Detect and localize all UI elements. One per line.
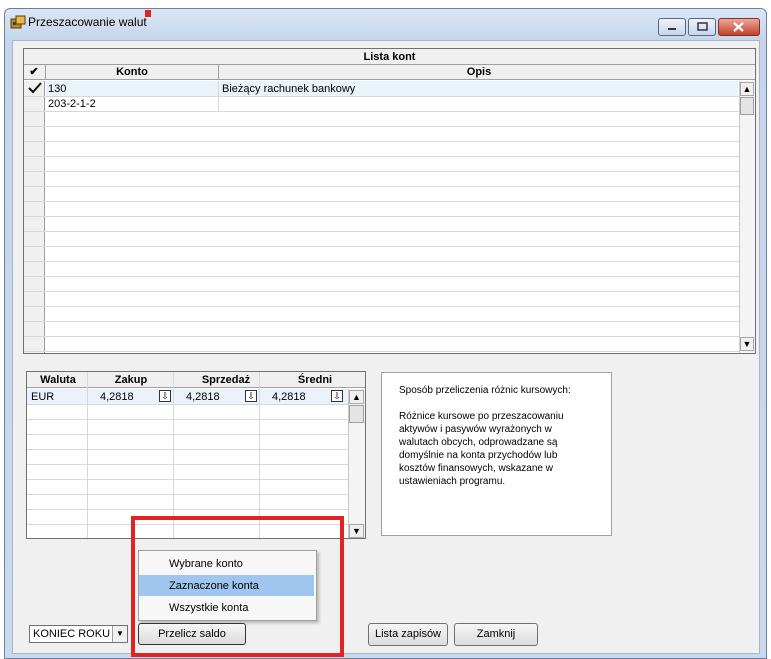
- account-column-header[interactable]: Konto: [46, 65, 218, 79]
- accounts-caption: Lista kont: [24, 49, 755, 65]
- scroll-thumb[interactable]: [740, 97, 754, 115]
- grid-row-line: [27, 404, 348, 405]
- edit-icon[interactable]: ⇩: [159, 390, 171, 402]
- grid-row-line: [24, 321, 739, 322]
- info-line: Sposób przeliczenia różnic kursowych:: [399, 385, 571, 396]
- scroll-down-button[interactable]: ▼: [740, 337, 754, 351]
- period-select[interactable]: KONIEC ROKU ▼: [29, 625, 128, 643]
- grid-row-line: [24, 156, 739, 157]
- check-column-header: ✔: [29, 66, 39, 78]
- minimize-icon: [668, 28, 676, 30]
- currency-cell[interactable]: EUR: [31, 390, 85, 404]
- maximize-button[interactable]: [688, 18, 716, 36]
- grid-row-line: [24, 201, 739, 202]
- entries-list-button[interactable]: Lista zapisów: [368, 623, 448, 646]
- grid-row-line: [27, 479, 348, 480]
- window-title: Przeszacowanie walut: [28, 15, 147, 29]
- grid-column-line: [173, 372, 174, 538]
- scroll-up-button[interactable]: ▲: [740, 82, 754, 96]
- grid-row-line: [24, 351, 739, 352]
- grid-row-line: [24, 306, 739, 307]
- app-icon: [10, 14, 26, 30]
- grid-row-line: [24, 231, 739, 232]
- period-select-value: KONIEC ROKU: [33, 628, 111, 640]
- grid-column-line: [259, 372, 260, 538]
- grid-row-line: [27, 464, 348, 465]
- grid-row-line: [27, 449, 348, 450]
- grid-row-line: [27, 434, 348, 435]
- info-line: Różnice kursowe po przeszacowaniu: [399, 411, 564, 422]
- buy-column-header[interactable]: Zakup: [88, 373, 174, 387]
- sell-rate-cell[interactable]: 4,2818: [186, 390, 242, 404]
- accounts-scrollbar[interactable]: [739, 81, 755, 353]
- header-divider: [45, 65, 46, 80]
- grid-row-line: [24, 291, 739, 292]
- buy-rate-cell[interactable]: 4,2818: [100, 390, 156, 404]
- grid-row-line: [24, 336, 739, 337]
- edit-icon[interactable]: ⇩: [331, 390, 343, 402]
- account-cell[interactable]: 203-2-1-2: [48, 97, 216, 111]
- grid-row-line: [24, 111, 739, 112]
- annotation-highlight-box: [131, 516, 344, 657]
- maximize-icon: [697, 22, 708, 31]
- row-indicator-column: [24, 81, 45, 353]
- close-button[interactable]: Zamknij: [454, 623, 538, 646]
- scroll-thumb[interactable]: [349, 405, 364, 423]
- grid-row-line: [24, 246, 739, 247]
- grid-row-line: [27, 509, 348, 510]
- close-icon: [733, 22, 744, 32]
- avg-column-header[interactable]: Średni: [262, 373, 368, 387]
- currency-column-header[interactable]: Waluta: [29, 373, 87, 387]
- grid-row-line: [24, 186, 739, 187]
- close-window-button[interactable]: [718, 18, 760, 36]
- edit-icon[interactable]: ⇩: [245, 390, 257, 402]
- description-cell[interactable]: Bieżący rachunek bankowy: [222, 82, 734, 96]
- info-line: aktywów i pasywów wyrażonych w: [399, 424, 552, 435]
- check-icon[interactable]: [27, 81, 43, 95]
- grid-row-line: [24, 96, 739, 97]
- grid-column-line: [87, 372, 88, 538]
- grid-row-line: [24, 171, 739, 172]
- avg-rate-cell[interactable]: 4,2818: [272, 390, 328, 404]
- header-divider: [218, 65, 219, 80]
- scroll-up-button[interactable]: ▲: [349, 390, 364, 404]
- info-line: walutach obcych, odprowadzane są: [399, 437, 558, 448]
- grid-row-line: [24, 141, 739, 142]
- grid-row-line: [27, 419, 348, 420]
- grid-row-line: [24, 261, 739, 262]
- annotation-marker: [145, 10, 151, 17]
- grid-row-line: [27, 494, 348, 495]
- description-column-header[interactable]: Opis: [219, 65, 739, 79]
- info-line: kosztów finansowych, wskazane w: [399, 463, 553, 474]
- grid-row-line: [24, 126, 739, 127]
- scroll-down-button[interactable]: ▼: [349, 524, 364, 538]
- info-line: domyślnie na konta przychodów lub: [399, 450, 558, 461]
- minimize-button[interactable]: [658, 18, 686, 36]
- chevron-down-icon[interactable]: ▼: [112, 626, 127, 642]
- account-cell[interactable]: 130: [48, 82, 216, 96]
- grid-row-line: [24, 276, 739, 277]
- info-line: ustawieniach programu.: [399, 476, 506, 487]
- grid-row-line: [24, 216, 739, 217]
